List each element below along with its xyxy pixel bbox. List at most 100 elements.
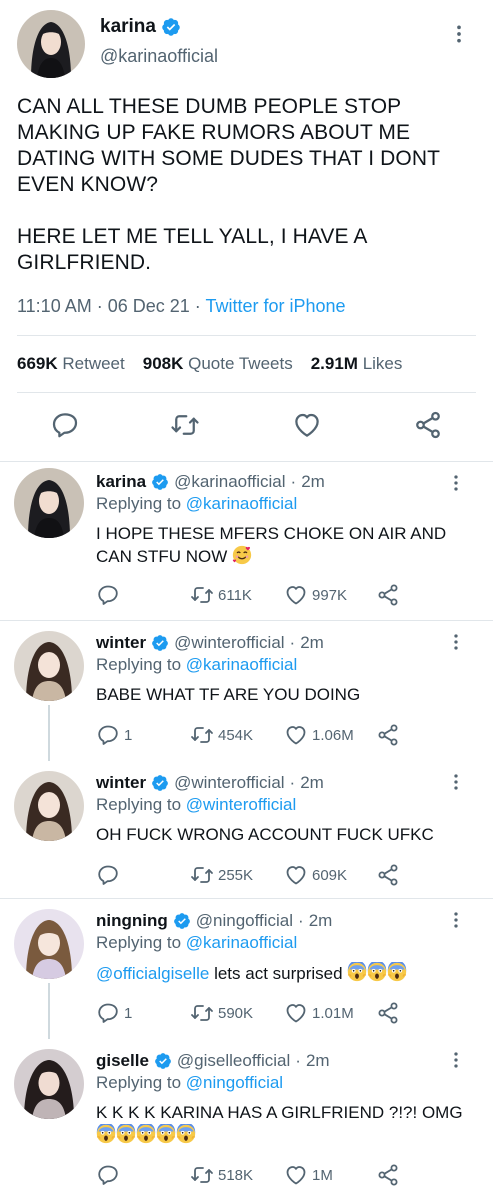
tweet-source[interactable]: Twitter for iPhone <box>205 296 345 316</box>
quote-stat[interactable]: 908K Quote Tweets <box>143 354 293 374</box>
quote-stat-label: Quote Tweets <box>188 354 293 373</box>
mention-link[interactable]: @officialgiselle <box>96 964 209 983</box>
replying-to: Replying to @ningofficial <box>96 1073 283 1093</box>
tweet-actions <box>0 410 493 446</box>
tweet-paragraph: CAN ALL THESE DUMB PEOPLE STOP MAKING UP… <box>17 95 440 196</box>
verified-badge-icon <box>151 634 169 652</box>
more-vertical-icon[interactable] <box>452 773 460 791</box>
more-vertical-icon[interactable] <box>452 633 460 651</box>
replying-to-handle[interactable]: @winterofficial <box>186 795 296 814</box>
retweet-button[interactable]: 255K <box>190 863 253 887</box>
avatar[interactable] <box>14 631 84 701</box>
face-screaming-in-fear-icon <box>156 1124 176 1144</box>
verified-badge-icon <box>161 17 181 37</box>
tweet-time[interactable]: 11:10 AM · 06 Dec 21 · <box>17 296 205 316</box>
share-button[interactable] <box>376 583 400 607</box>
like-button[interactable]: 1.06M <box>284 723 354 747</box>
heart-icon <box>284 1001 308 1025</box>
author-name[interactable]: ningning <box>96 911 168 931</box>
reply-tweet[interactable]: ningning @ningofficial · 2m Replying to … <box>0 899 493 1039</box>
share-button[interactable] <box>376 1001 400 1025</box>
more-vertical-icon[interactable] <box>452 1051 460 1069</box>
reply-tweet[interactable]: karina @karinaofficial · 2m Replying to … <box>0 462 493 620</box>
reply-actions: 1 590K 1.01M <box>96 1001 476 1027</box>
author-name[interactable]: karina <box>100 16 156 38</box>
reply-button[interactable] <box>96 1163 124 1187</box>
author-handle[interactable]: @karinaofficial <box>174 472 285 492</box>
heart-icon[interactable] <box>292 410 322 440</box>
reply-text-content: OH FUCK WRONG ACCOUNT FUCK UFKC <box>96 825 434 844</box>
share-button[interactable] <box>376 1163 400 1187</box>
reply-text-content: K K K K KARINA HAS A GIRLFRIEND ?!?! OMG <box>96 1103 463 1122</box>
more-vertical-icon[interactable] <box>452 911 460 929</box>
author-name[interactable]: giselle <box>96 1051 149 1071</box>
like-button[interactable]: 1.01M <box>284 1001 354 1025</box>
reply-tweet[interactable]: giselle @giselleofficial · 2m Replying t… <box>0 1039 493 1200</box>
author-handle[interactable]: @ningofficial <box>196 911 293 931</box>
reply-count: 1 <box>124 726 133 744</box>
reply-time[interactable]: 2m <box>300 773 324 793</box>
replying-to-handle[interactable]: @karinaofficial <box>186 655 297 674</box>
reply-icon <box>96 1163 120 1187</box>
reply-button[interactable] <box>96 583 124 607</box>
retweet-button[interactable]: 611K <box>190 583 252 607</box>
reply-icon[interactable] <box>50 410 80 440</box>
author-name[interactable]: winter <box>96 773 146 793</box>
separator-dot: · <box>290 472 297 491</box>
reply-text: OH FUCK WRONG ACCOUNT FUCK UFKC <box>96 824 476 846</box>
face-screaming-in-fear-icon <box>347 962 367 982</box>
reply-text: @officialgiselle lets act surprised <box>96 962 476 985</box>
reply-time[interactable]: 2m <box>300 633 324 653</box>
share-icon[interactable] <box>413 410 443 440</box>
retweet-stat[interactable]: 669K Retweet <box>17 354 125 374</box>
reply-tweet[interactable]: winter @winterofficial · 2m Replying to … <box>0 621 493 761</box>
reply-time[interactable]: 2m <box>301 472 325 492</box>
reply-text: K K K K KARINA HAS A GIRLFRIEND ?!?! OMG <box>96 1102 476 1147</box>
verified-badge-icon <box>173 912 191 930</box>
retweet-icon <box>190 723 214 747</box>
replying-to-handle[interactable]: @karinaofficial <box>186 933 297 952</box>
thread-connector <box>48 705 50 761</box>
replying-to-handle[interactable]: @ningofficial <box>186 1073 283 1092</box>
reply-header: winter @winterofficial · 2m <box>96 633 324 653</box>
share-button[interactable] <box>376 863 400 887</box>
reply-time[interactable]: 2m <box>309 911 333 931</box>
author-name[interactable]: karina <box>96 472 146 492</box>
reply-button[interactable] <box>96 863 124 887</box>
retweet-button[interactable]: 454K <box>190 723 253 747</box>
author-name[interactable]: winter <box>96 633 146 653</box>
like-button[interactable]: 609K <box>284 863 347 887</box>
reply-tweet[interactable]: winter @winterofficial · 2m Replying to … <box>0 761 493 897</box>
replying-to-label: Replying to <box>96 933 182 952</box>
share-icon <box>376 583 400 607</box>
like-button[interactable]: 1M <box>284 1163 333 1187</box>
reply-button[interactable]: 1 <box>96 1001 132 1025</box>
reply-button[interactable]: 1 <box>96 723 132 747</box>
author-handle[interactable]: @winterofficial <box>174 633 284 653</box>
replying-to-handle[interactable]: @karinaofficial <box>186 494 297 513</box>
avatar[interactable] <box>14 468 84 538</box>
author-handle[interactable]: @giselleofficial <box>177 1051 290 1071</box>
replying-to-label: Replying to <box>96 655 182 674</box>
reply-time[interactable]: 2m <box>306 1051 330 1071</box>
reply-count: 1 <box>124 1004 133 1022</box>
avatar[interactable] <box>14 771 84 841</box>
retweet-icon[interactable] <box>170 410 200 440</box>
reply-text: I HOPE THESE MFERS CHOKE ON AIR AND CAN … <box>96 523 476 568</box>
retweet-stat-label: Retweet <box>62 354 125 373</box>
like-button[interactable]: 997K <box>284 583 347 607</box>
retweet-button[interactable]: 518K <box>190 1163 253 1187</box>
reply-icon <box>96 1001 120 1025</box>
more-vertical-icon[interactable] <box>455 24 463 44</box>
face-screaming-in-fear-icon <box>367 962 387 982</box>
more-vertical-icon[interactable] <box>452 474 460 492</box>
avatar[interactable] <box>17 10 85 78</box>
author-handle[interactable]: @winterofficial <box>174 773 284 793</box>
share-button[interactable] <box>376 723 400 747</box>
avatar[interactable] <box>14 909 84 979</box>
retweet-button[interactable]: 590K <box>190 1001 253 1025</box>
like-stat[interactable]: 2.91M Likes <box>311 354 403 374</box>
avatar[interactable] <box>14 1049 84 1119</box>
reply-icon <box>96 863 120 887</box>
author-handle[interactable]: @karinaofficial <box>100 46 218 67</box>
